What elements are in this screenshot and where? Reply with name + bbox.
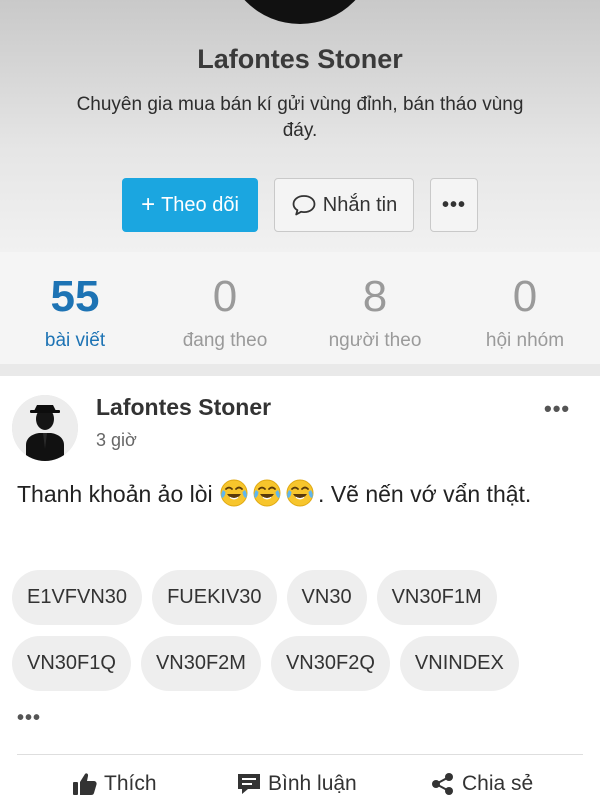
message-button[interactable]: Nhắn tin — [274, 178, 414, 232]
post-text-start: Thanh khoản ảo lòi — [17, 481, 220, 507]
stat-value: 0 — [212, 272, 238, 321]
profile-name: Lafontes Stoner — [197, 44, 403, 74]
chat-bubble-icon — [292, 195, 316, 216]
divider — [17, 754, 583, 755]
stock-tag[interactable]: VN30 — [286, 570, 367, 625]
stat-groups[interactable]: 0 hội nhóm — [450, 252, 600, 364]
plus-icon: + — [141, 191, 156, 218]
tears-of-joy-emoji-icon — [252, 478, 282, 508]
section-divider — [0, 364, 600, 376]
stat-followers[interactable]: 8 người theo — [300, 252, 450, 364]
profile-avatar[interactable] — [224, 0, 376, 24]
comment-icon — [238, 774, 260, 794]
stat-label: đang theo — [182, 330, 268, 351]
thumbs-up-icon — [73, 773, 97, 795]
post-text-end: . Vẽ nến vớ vẩn thật. — [318, 481, 532, 507]
share-button[interactable]: Chia sẻ — [430, 772, 533, 796]
stock-tag[interactable]: VNINDEX — [399, 636, 519, 691]
tears-of-joy-emoji-icon — [285, 478, 315, 508]
stock-tag[interactable]: E1VFVN30 — [12, 570, 143, 625]
post-actions: Thích Bình luận Chia sẻ — [0, 768, 600, 808]
post-content: Thanh khoản ảo lòi . Vẽ nến vớ vẩn thật. — [17, 478, 577, 511]
stock-tag[interactable]: VN30F1M — [376, 570, 497, 625]
share-label: Chia sẻ — [462, 772, 534, 795]
stat-label: bài viết — [44, 330, 106, 351]
follow-button[interactable]: + Theo dõi — [122, 178, 258, 232]
like-button[interactable]: Thích — [72, 772, 157, 796]
stat-posts[interactable]: 55 bài viết — [0, 252, 150, 364]
stat-value: 0 — [512, 272, 538, 321]
tag-row: E1VFVN30 FUEKIV30 VN30 VN30F1M — [12, 570, 592, 625]
stat-label: hội nhóm — [485, 330, 565, 351]
tag-row: VN30F1Q VN30F2M VN30F2Q VNINDEX — [12, 636, 592, 691]
post-author-avatar[interactable] — [12, 395, 78, 461]
stat-value: 55 — [50, 272, 100, 321]
comment-button[interactable]: Bình luận — [236, 772, 357, 796]
post-timestamp: 3 giờ — [96, 430, 137, 450]
tears-of-joy-emoji-icon — [219, 478, 249, 508]
post-menu-button[interactable]: ••• — [544, 396, 570, 422]
share-icon — [432, 773, 453, 795]
post-author-name[interactable]: Lafontes Stoner — [96, 394, 271, 421]
profile-stats: 55 bài viết 0 đang theo 8 người theo 0 h… — [0, 252, 600, 364]
like-label: Thích — [104, 772, 157, 795]
profile-bio: Chuyên gia mua bán kí gửi vùng đỉnh, bán… — [76, 94, 524, 141]
stock-tag[interactable]: VN30F2Q — [270, 636, 390, 691]
stock-tag[interactable]: FUEKIV30 — [152, 570, 277, 625]
stat-following[interactable]: 0 đang theo — [150, 252, 300, 364]
stat-value: 8 — [362, 272, 388, 321]
comment-label: Bình luận — [268, 772, 357, 795]
stock-tags: E1VFVN30 FUEKIV30 VN30 VN30F1M VN30F1Q VN30F… — [12, 570, 592, 702]
stock-tag[interactable]: VN30F1Q — [12, 636, 131, 691]
stock-tag[interactable]: VN30F2M — [140, 636, 261, 691]
stat-label: người theo — [328, 330, 422, 351]
person-silhouette-icon — [12, 395, 78, 461]
follow-label: Theo dõi — [161, 193, 239, 216]
more-options-button[interactable]: ••• — [430, 178, 478, 232]
emoji-group — [219, 478, 318, 508]
profile-header: Lafontes Stoner Chuyên gia mua bán kí gử… — [0, 0, 600, 252]
message-label: Nhắn tin — [322, 193, 398, 216]
more-tags-button[interactable]: ••• — [17, 707, 41, 730]
